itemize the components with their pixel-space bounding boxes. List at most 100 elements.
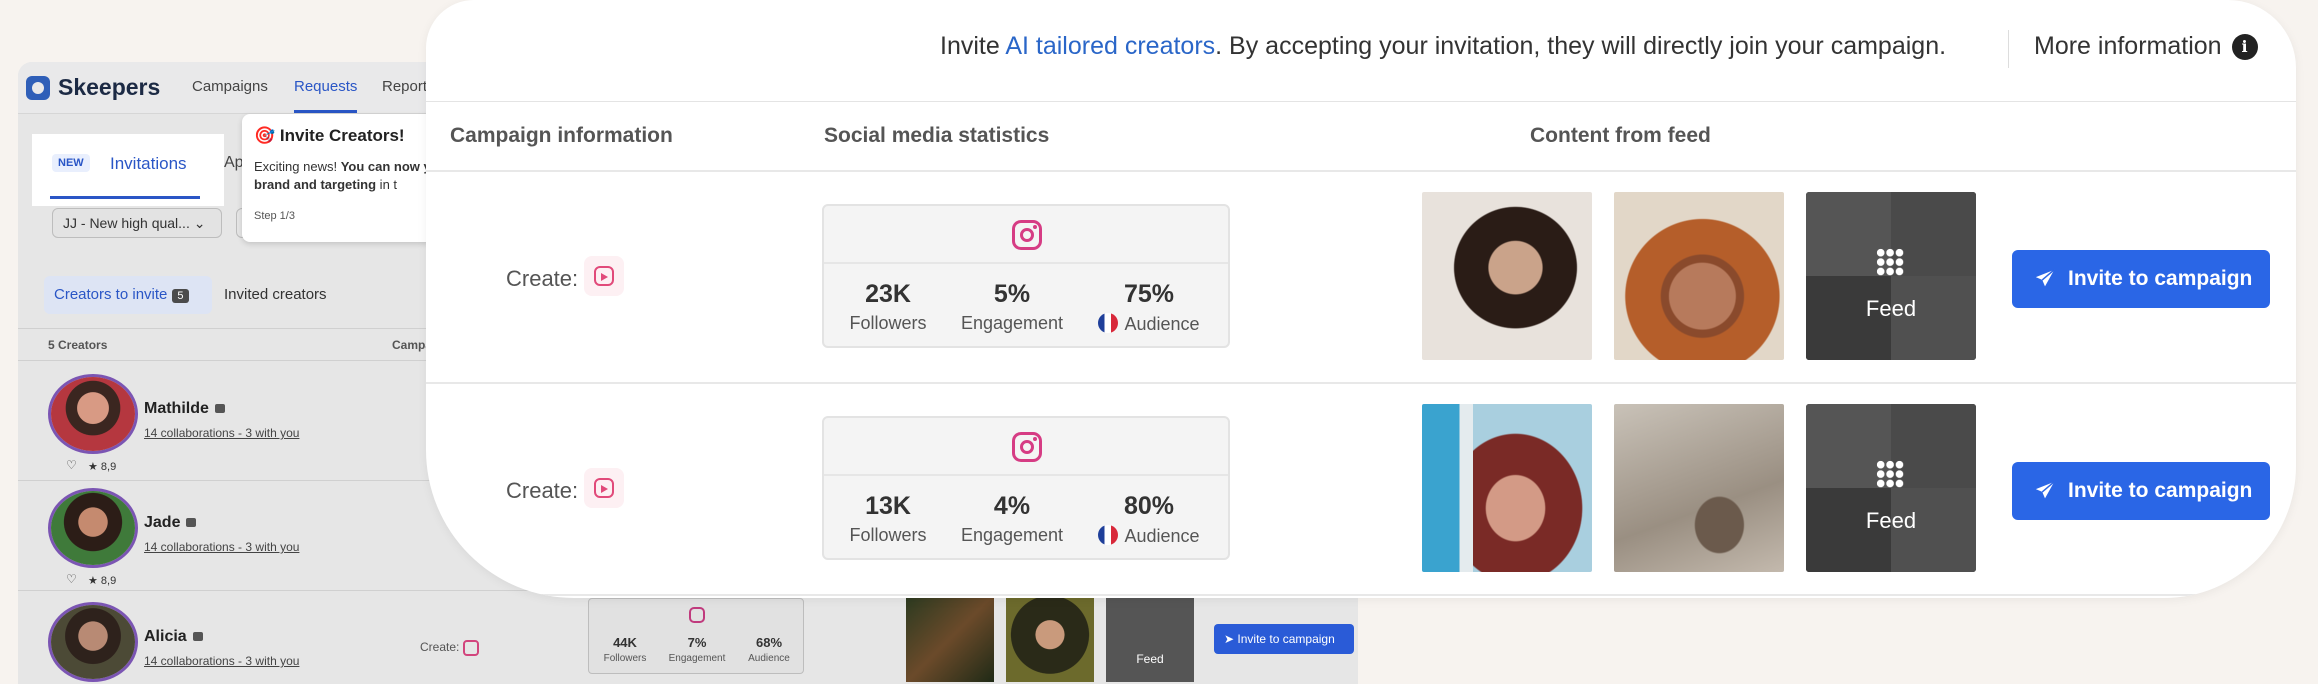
popover-title-text: Invite Creators! bbox=[279, 126, 405, 145]
followers-label: Followers bbox=[849, 313, 927, 333]
message-icon bbox=[186, 518, 197, 527]
stats-card-header bbox=[824, 206, 1228, 264]
invitations-tab-highlight[interactable]: NEW Invitations bbox=[32, 134, 224, 206]
info-banner: Invite AI tailored creators. By acceptin… bbox=[426, 0, 2296, 102]
score-value: 8,9 bbox=[100, 575, 117, 587]
instagram-icon bbox=[689, 607, 705, 623]
collaborations-link[interactable]: 14 collaborations - 3 with you bbox=[144, 426, 299, 440]
campaign-select[interactable]: JJ - New high qual... ⌄ bbox=[52, 208, 222, 238]
collaborations-link[interactable]: 14 collaborations - 3 with you bbox=[144, 540, 299, 554]
tab-creators-to-invite[interactable]: Creators to invite 5 bbox=[44, 276, 212, 314]
instagram-icon bbox=[1012, 220, 1042, 250]
audience-label: Audience bbox=[1124, 314, 1200, 334]
engagement-label: Engagement bbox=[960, 525, 1064, 545]
creator-name-label: Alicia bbox=[144, 628, 187, 645]
new-badge: NEW bbox=[52, 154, 90, 172]
onboarding-popover: 🎯 Invite Creators! Exciting news! You ca… bbox=[242, 114, 452, 242]
creator-name[interactable]: Mathilde bbox=[144, 400, 225, 418]
more-info-label: More information bbox=[2034, 32, 2222, 60]
creator-name[interactable]: Alicia bbox=[144, 628, 203, 646]
audience-value: 75% bbox=[1123, 280, 1175, 308]
creators-count-header: 5 Creators bbox=[48, 338, 108, 352]
feed-image[interactable] bbox=[906, 596, 994, 682]
zoomed-invite-panel: Invite AI tailored creators. By acceptin… bbox=[426, 0, 2296, 598]
creator-invite-row: Create: 23K Followers 5% Engagement 75% Aud… bbox=[426, 172, 2296, 384]
followers-value: 13K bbox=[865, 492, 911, 520]
divider bbox=[426, 594, 2296, 596]
nav-campaigns[interactable]: Campaigns bbox=[192, 78, 268, 95]
collaborations-link[interactable]: 14 collaborations - 3 with you bbox=[144, 654, 299, 668]
banner-divider bbox=[2008, 30, 2009, 68]
creator-name-label: Mathilde bbox=[144, 400, 209, 417]
create-label: Create: bbox=[506, 266, 579, 291]
social-stats-card: 13K Followers 4% Engagement 80% Audience bbox=[822, 416, 1230, 560]
grid-icon bbox=[1876, 248, 1904, 276]
feed-image[interactable] bbox=[1422, 404, 1592, 572]
audience-value: 68% bbox=[755, 635, 783, 650]
engagement-value: 5% bbox=[993, 280, 1031, 308]
create-label: Create: bbox=[506, 478, 579, 503]
paper-plane-icon bbox=[2035, 481, 2055, 499]
nav-requests[interactable]: Requests bbox=[294, 78, 358, 113]
feed-image[interactable] bbox=[1006, 596, 1094, 682]
france-flag-icon bbox=[1098, 313, 1119, 333]
social-stats-card: 23K Followers 5% Engagement 75% Audience bbox=[822, 204, 1230, 348]
heart-icon[interactable]: ♡ bbox=[66, 458, 77, 472]
instagram-icon bbox=[1012, 432, 1042, 462]
avatar[interactable] bbox=[48, 488, 138, 568]
audience-stat: 75% Audience bbox=[1084, 280, 1214, 335]
banner-post: . By accepting your invitation, they wil… bbox=[1215, 32, 1947, 60]
audience-label: Audience bbox=[1124, 526, 1200, 546]
feed-label: Feed bbox=[1865, 296, 1917, 321]
popover-step: Step 1/3 bbox=[254, 210, 295, 222]
feed-label: Feed bbox=[1865, 508, 1917, 533]
more-information-link[interactable]: More information i bbox=[2034, 32, 2258, 61]
creator-name-label: Jade bbox=[144, 514, 181, 531]
tab-invitations[interactable]: Invitations bbox=[110, 154, 187, 174]
feed-image[interactable] bbox=[1614, 404, 1784, 572]
feed-tile[interactable]: Feed bbox=[1106, 596, 1194, 682]
tab-invited-creators[interactable]: Invited creators bbox=[224, 286, 327, 303]
invite-to-campaign-button[interactable]: Invite to campaign bbox=[2012, 462, 2270, 520]
message-icon bbox=[192, 632, 203, 641]
avatar[interactable] bbox=[48, 602, 138, 682]
feed-tile[interactable]: Feed bbox=[1806, 192, 1976, 360]
creators-tab-label: Creators to invite bbox=[54, 286, 168, 303]
heart-icon[interactable]: ♡ bbox=[66, 572, 77, 586]
popover-title: 🎯 Invite Creators! bbox=[254, 126, 405, 145]
banner-text: Invite AI tailored creators. By acceptin… bbox=[940, 32, 1946, 61]
header-social-media-statistics: Social media statistics bbox=[824, 124, 1050, 147]
score-badge: ★ 8,9 bbox=[88, 461, 117, 473]
audience-label-wrap: Audience bbox=[1084, 525, 1214, 547]
logo-text: Skeepers bbox=[58, 74, 161, 100]
reel-icon bbox=[584, 468, 624, 508]
feed-tile[interactable]: Feed bbox=[1806, 404, 1976, 572]
reel-icon bbox=[584, 256, 624, 296]
popover-body-plain: Exciting news! bbox=[254, 159, 341, 174]
engagement-stat: 4% Engagement bbox=[952, 492, 1072, 546]
followers-stat: 13K Followers bbox=[828, 492, 948, 546]
invite-button-label: Invite to campaign bbox=[2068, 267, 2253, 290]
logo[interactable]: Skeepers bbox=[26, 74, 160, 101]
score-badge: ★ 8,9 bbox=[88, 575, 117, 587]
audience-label-wrap: Audience bbox=[1084, 313, 1214, 335]
grid-icon bbox=[1876, 460, 1904, 488]
avatar[interactable] bbox=[48, 374, 138, 454]
audience-value: 80% bbox=[1123, 492, 1175, 520]
tab-applications[interactable]: Ap bbox=[224, 154, 244, 172]
invite-to-campaign-button[interactable]: Invite to campaign bbox=[2012, 250, 2270, 308]
feed-image[interactable] bbox=[1614, 192, 1784, 360]
reel-icon bbox=[463, 640, 480, 656]
audience-stat: 80% Audience bbox=[1084, 492, 1214, 547]
followers-stat: 23K Followers bbox=[828, 280, 948, 334]
engagement-label: Engagement bbox=[668, 653, 726, 664]
paper-plane-icon bbox=[2035, 269, 2055, 287]
creator-name[interactable]: Jade bbox=[144, 514, 197, 532]
creator-invite-row: Create: 13K Followers 4% Engagement 80% Aud… bbox=[426, 384, 2296, 596]
feed-image[interactable] bbox=[1422, 192, 1592, 360]
invite-to-campaign-button[interactable]: ➤ Invite to campaign bbox=[1214, 624, 1354, 654]
banner-highlight: AI tailored creators bbox=[1005, 32, 1216, 60]
stats-card-header bbox=[824, 418, 1228, 476]
info-icon: i bbox=[2231, 34, 2258, 61]
social-stats-card: 44K 7% 68% Followers Engagement Audience bbox=[588, 598, 804, 674]
